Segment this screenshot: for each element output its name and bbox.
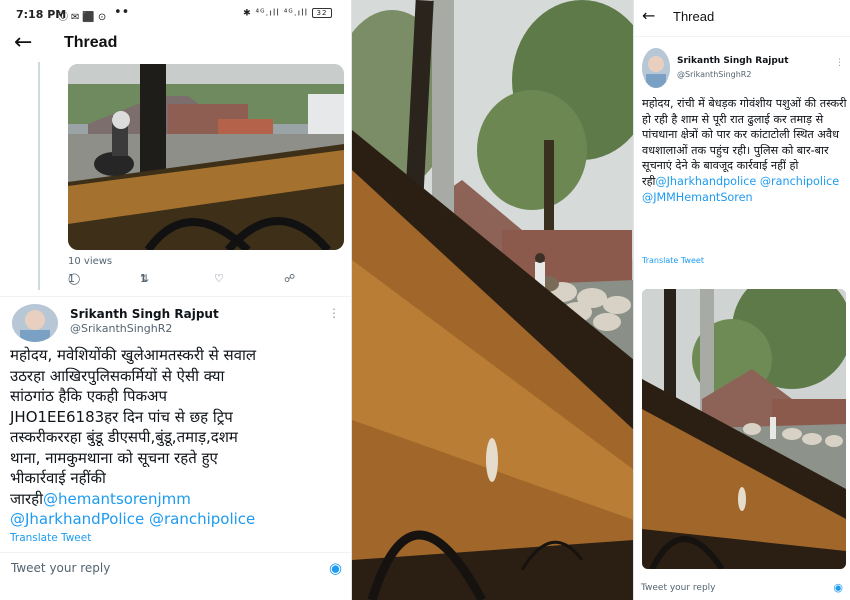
view-count: 10 views (68, 256, 113, 267)
tweet-actions: ◯ 1 ⇅ 1 ♡ ☍ (68, 272, 338, 290)
android-nav-bar (0, 586, 352, 600)
translate-tweet-link[interactable]: Translate Tweet (10, 532, 91, 544)
more-notifications-icon: •• (114, 5, 130, 20)
page-title: Thread (64, 34, 118, 51)
thread-connector-line (38, 62, 40, 290)
retweet-count: 1 (140, 272, 147, 285)
page-title: Thread (673, 9, 715, 24)
mention-link[interactable]: @ranchipolice (760, 175, 839, 188)
tweet-line: तस्करीकररहा बुंडू डीएसपी,बुंडू,तमाड़,दशम (10, 428, 238, 446)
tweet-line: उठरहा आखिरपुलिसकर्मियों से ऐसी क्या (10, 366, 225, 385)
mention-link[interactable]: @JMMHemantSoren (642, 191, 753, 204)
signal-icons: ✱ ⁴ᴳ.ıll ⁴ᴳ.ıll 32 (243, 8, 332, 19)
translate-tweet-link[interactable]: Translate Tweet (642, 256, 704, 265)
reply-bar: Tweet your reply ◉ (0, 552, 352, 582)
tweet-line: JHO1EE6183हर दिन पांच से छह ट्रिप (10, 407, 233, 426)
mention-link[interactable]: @Jharkhandpolice (655, 175, 756, 188)
reply-input[interactable]: Tweet your reply (11, 561, 110, 575)
author-handle[interactable]: @SrikanthSinghR2 (70, 322, 172, 335)
tweet-line: भीकार्रवाई नहींकी (10, 469, 106, 487)
mention-link[interactable]: @hemantsorenjmm (43, 490, 191, 508)
reply-input[interactable]: Tweet your reply (641, 583, 716, 593)
share-icon: ☍ (284, 272, 296, 285)
divider (634, 36, 850, 37)
reply-count: 1 (68, 272, 75, 285)
mention-link[interactable]: @JharkhandPolice (10, 510, 144, 528)
tweet-text-fragment: जारही (10, 489, 44, 508)
battery-icon: 32 (312, 8, 332, 18)
tweet-line: सांठगांठ हैकि एकही पिकअप (10, 387, 168, 405)
bluetooth-signal-icon: ✱ ⁴ᴳ.ıll ⁴ᴳ.ıll (243, 8, 309, 19)
camera-icon[interactable]: ◉ (833, 581, 843, 594)
status-bar: 7:18 PM ⓪✉⬛⊙ •• ✱ ⁴ᴳ.ıll ⁴ᴳ.ıll 32 (0, 0, 352, 30)
heart-icon: ♡ (214, 272, 224, 285)
right-screenshot: ← Thread Srikanth Singh Rajput @Srikanth… (634, 0, 850, 600)
arrow-left-icon[interactable]: ← (642, 6, 655, 25)
notification-icons: ⓪✉⬛⊙ (58, 12, 110, 23)
tweet-line: जारही@hemantsorenjmm (10, 489, 346, 510)
tweet-line: थाना, नामकुमथाना को सूचना रहते हुए (10, 448, 218, 467)
author-handle[interactable]: @SrikanthSinghR2 (677, 70, 751, 79)
mention-link[interactable]: @ranchipolice (149, 510, 255, 528)
tweet-line: महोदय, मवेशियोंकी खुलेआमतस्करी से सवाल (10, 346, 257, 364)
tweet-line: @JharkhandPolice @ranchipolice (10, 509, 346, 530)
divider (0, 296, 352, 297)
reply-bar: Tweet your reply ◉ (634, 578, 850, 600)
camera-icon[interactable]: ◉ (329, 559, 342, 577)
tweet-video-thumbnail[interactable] (68, 64, 344, 250)
tweet-text: महोदय, रांची में बेधड़क गोवंशीय पशुओं की… (642, 96, 847, 205)
avatar[interactable] (12, 304, 58, 342)
tweet-video-thumbnail[interactable] (642, 289, 846, 569)
avatar[interactable] (642, 48, 670, 88)
thread-header: ← Thread (0, 30, 352, 60)
more-options-icon[interactable]: ⋮ (835, 58, 844, 68)
video-frame-image (352, 0, 634, 600)
tweet-text: महोदय, मवेशियोंकी खुलेआमतस्करी से सवाल उ… (10, 345, 346, 530)
author-name[interactable]: Srikanth Singh Rajput (677, 56, 789, 66)
author-name[interactable]: Srikanth Singh Rajput (70, 307, 219, 321)
more-options-icon[interactable]: ⋮ (328, 306, 340, 320)
arrow-left-icon[interactable]: ← (14, 32, 32, 54)
thread-header: ← Thread (634, 0, 850, 34)
left-screenshot: 7:18 PM ⓪✉⬛⊙ •• ✱ ⁴ᴳ.ıll ⁴ᴳ.ıll 32 ← Thr… (0, 0, 352, 600)
